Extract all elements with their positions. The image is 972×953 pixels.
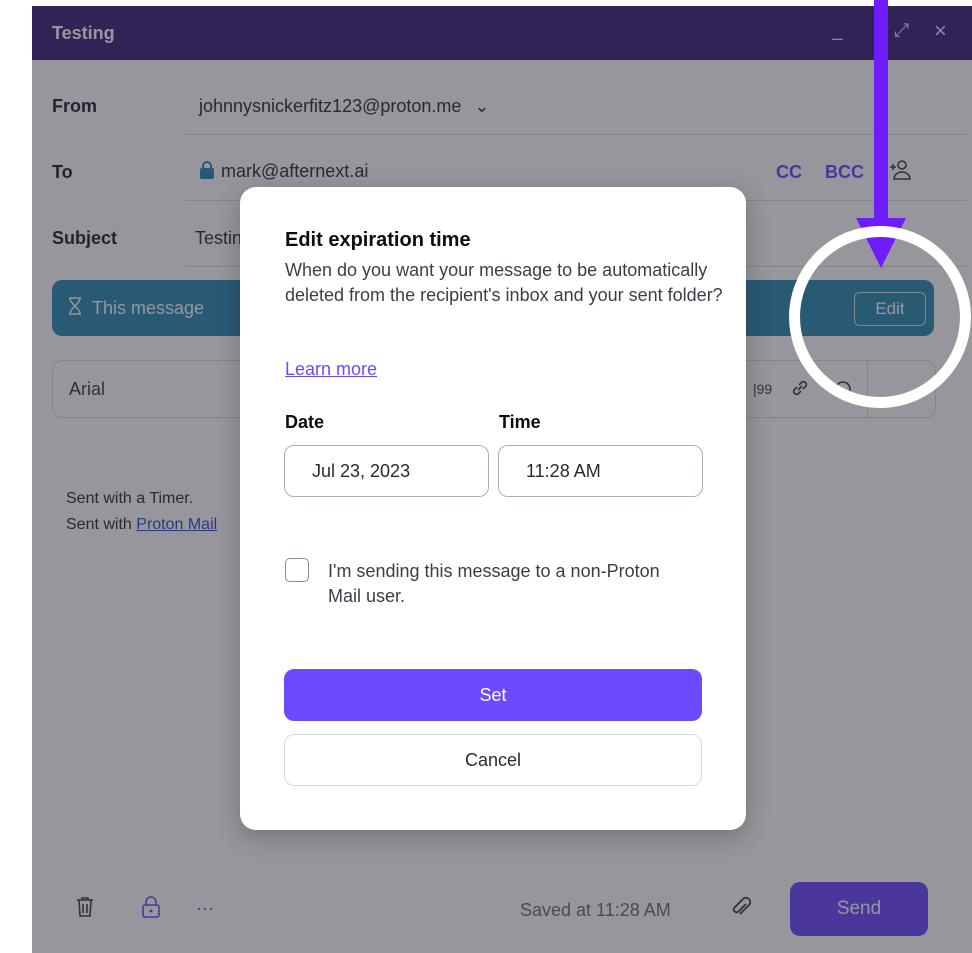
time-input[interactable]: 11:28 AM (498, 445, 703, 497)
non-proton-user-checkbox[interactable] (285, 558, 309, 582)
cancel-button[interactable]: Cancel (284, 734, 702, 786)
date-value: Jul 23, 2023 (312, 460, 411, 481)
time-label: Time (499, 412, 541, 432)
edit-expiration-modal: Edit expiration time When do you want yo… (240, 187, 746, 830)
annotation-arrow (874, 0, 888, 222)
date-label: Date (285, 412, 325, 432)
annotation-circle (789, 226, 971, 408)
date-input[interactable]: Jul 23, 2023 (284, 445, 489, 497)
modal-title: Edit expiration time (285, 229, 471, 251)
time-value: 11:28 AM (526, 460, 601, 481)
modal-description: When do you want your message to be auto… (285, 260, 723, 305)
checkbox-label[interactable]: I'm sending this message to a non-Proton… (328, 559, 688, 609)
learn-more-link[interactable]: Learn more (285, 359, 377, 380)
set-button[interactable]: Set (284, 669, 702, 721)
